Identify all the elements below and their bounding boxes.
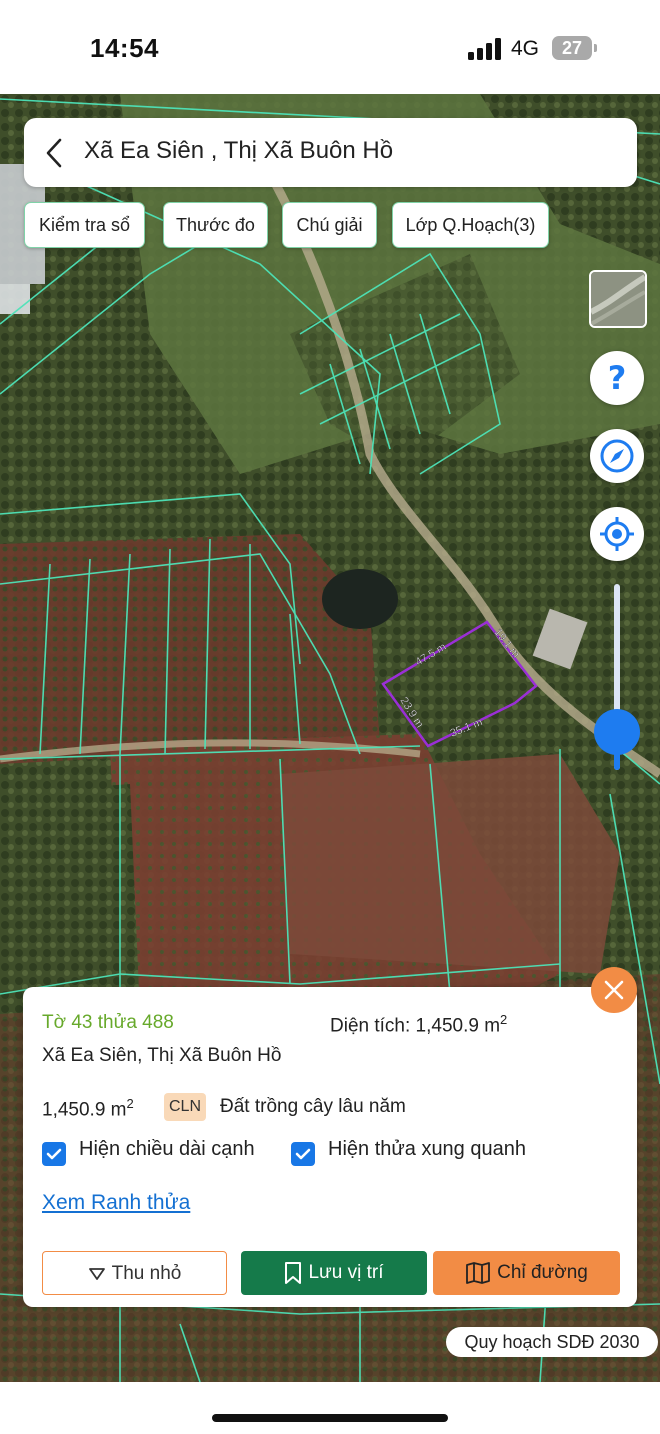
location-header: Xã Ea Siên , Thị Xã Buôn Hồ bbox=[24, 118, 637, 187]
status-time: 14:54 bbox=[90, 33, 159, 63]
compass-button[interactable] bbox=[590, 429, 644, 483]
area-label-text: Diện tích: 1,450.9 m bbox=[330, 1015, 501, 1037]
edge-length-label[interactable]: Hiện chiều dài cạnh bbox=[79, 1138, 255, 1161]
battery-tip bbox=[594, 44, 597, 52]
chip-check-book[interactable]: Kiểm tra sổ bbox=[24, 202, 145, 248]
signal-icon bbox=[468, 38, 501, 60]
land-type: Đất trồng cây lâu năm bbox=[220, 1096, 406, 1117]
close-icon bbox=[604, 980, 624, 1000]
triangle-down-icon bbox=[88, 1268, 105, 1280]
chip-legend[interactable]: Chú giải bbox=[282, 202, 377, 248]
area-label: Diện tích: 1,450.9 m2 bbox=[330, 1012, 507, 1037]
surrounding-parcels-checkbox[interactable] bbox=[291, 1142, 315, 1166]
home-bar-area bbox=[0, 1382, 660, 1434]
help-button[interactable]: ? bbox=[590, 351, 644, 405]
zoom-slider-knob[interactable] bbox=[594, 709, 640, 755]
map-layer-button[interactable] bbox=[589, 270, 647, 328]
close-card-button[interactable] bbox=[591, 967, 637, 1013]
directions-button[interactable]: Chỉ đường bbox=[433, 1251, 620, 1295]
question-icon: ? bbox=[608, 359, 627, 397]
directions-label: Chỉ đường bbox=[497, 1262, 588, 1283]
compass-icon bbox=[600, 439, 634, 473]
check-icon bbox=[46, 1148, 62, 1160]
edge-length-checkbox[interactable] bbox=[42, 1142, 66, 1166]
network-type: 4G bbox=[511, 37, 540, 60]
area-value-text: 1,450.9 m bbox=[42, 1099, 127, 1121]
parcel-id: Tờ 43 thửa 488 bbox=[42, 1012, 174, 1033]
surrounding-parcels-label[interactable]: Hiện thửa xung quanh bbox=[328, 1138, 526, 1161]
status-bar: 14:54 4G 27 bbox=[0, 0, 660, 94]
shrink-button[interactable]: Thu nhỏ bbox=[42, 1251, 227, 1295]
back-icon[interactable] bbox=[40, 136, 70, 170]
area-value-unit-sup: 2 bbox=[126, 1096, 134, 1111]
home-indicator[interactable] bbox=[212, 1414, 448, 1422]
location-title: Xã Ea Siên , Thị Xã Buôn Hồ bbox=[84, 137, 394, 164]
shrink-button-label: Thu nhỏ bbox=[111, 1263, 182, 1284]
parcel-info-card: Tờ 43 thửa 488 Diện tích: 1,450.9 m2 Xã … bbox=[23, 987, 637, 1307]
my-location-button[interactable] bbox=[590, 507, 644, 561]
land-code-badge: CLN bbox=[164, 1093, 207, 1121]
planning-badge[interactable]: Quy hoạch SDĐ 2030 bbox=[446, 1327, 658, 1357]
parcel-address: Xã Ea Siên, Thị Xã Buôn Hồ bbox=[42, 1045, 282, 1066]
view-boundary-link[interactable]: Xem Ranh thửa bbox=[42, 1191, 190, 1215]
bookmark-icon bbox=[285, 1261, 302, 1284]
save-location-label: Lưu vị trí bbox=[308, 1262, 384, 1283]
area-value: 1,450.9 m2 bbox=[42, 1096, 134, 1121]
crosshair-icon bbox=[600, 517, 634, 551]
chip-ruler[interactable]: Thước đo bbox=[163, 202, 268, 248]
save-location-button[interactable]: Lưu vị trí bbox=[241, 1251, 427, 1295]
area-label-unit-sup: 2 bbox=[500, 1012, 508, 1027]
satellite-layer-icon bbox=[591, 272, 645, 326]
svg-text:?: ? bbox=[608, 359, 627, 397]
chip-planning-layers[interactable]: Lớp Q.Hoạch(3) bbox=[392, 202, 549, 248]
map-icon bbox=[466, 1262, 491, 1284]
check-icon bbox=[295, 1148, 311, 1160]
battery-icon: 27 bbox=[552, 36, 592, 60]
